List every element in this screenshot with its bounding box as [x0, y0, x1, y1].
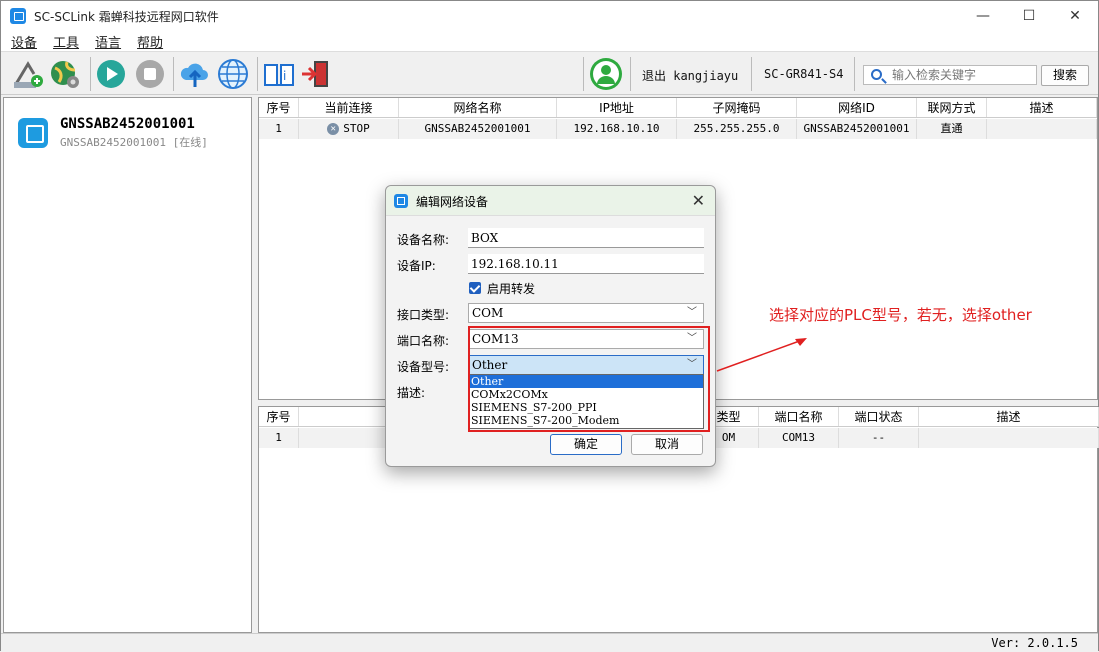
- search-placeholder: 输入检索关键字: [892, 68, 977, 82]
- manual-book-icon[interactable]: i: [263, 58, 295, 90]
- col-header[interactable]: 子网掩码: [677, 98, 797, 117]
- stop-icon[interactable]: [134, 58, 166, 90]
- cell: GNSSAB2452001001: [797, 119, 917, 139]
- close-button[interactable]: ✕: [1052, 1, 1098, 31]
- search-button[interactable]: 搜索: [1041, 65, 1089, 86]
- minimize-button[interactable]: —: [960, 1, 1006, 31]
- maximize-button[interactable]: ☐: [1006, 1, 1052, 31]
- search-icon: [871, 69, 882, 80]
- dialog-title-bar: 编辑网络设备 ✕: [386, 186, 715, 216]
- dialog-title: 编辑网络设备: [416, 195, 489, 209]
- cell: [919, 428, 1099, 448]
- col-header[interactable]: 序号: [259, 98, 299, 117]
- network-table-header: 序号 当前连接 网络名称 IP地址 子网掩码 网络ID 联网方式 描述: [259, 98, 1097, 118]
- cancel-button[interactable]: 取消: [631, 434, 703, 455]
- interface-type-value: COM: [472, 306, 504, 320]
- menu-bar: 设备 工具 语言 帮助: [1, 31, 1098, 51]
- dialog-app-icon: [394, 194, 408, 208]
- col-header[interactable]: 当前连接: [299, 98, 399, 117]
- logout-link[interactable]: 退出 kangjiayu: [642, 67, 738, 84]
- cell: 255.255.255.0: [677, 119, 797, 139]
- cell: GNSSAB2452001001: [399, 119, 557, 139]
- cell: COM13: [759, 428, 839, 448]
- connection-cell: ✕ STOP: [299, 119, 399, 139]
- ok-button[interactable]: 确定: [550, 434, 622, 455]
- col-header[interactable]: 序号: [259, 407, 299, 426]
- cell: 1: [259, 119, 299, 139]
- cell: 192.168.10.10: [557, 119, 677, 139]
- col-header[interactable]: 端口名称: [759, 407, 839, 426]
- device-model-label: SC-GR841-S4: [764, 67, 844, 81]
- exit-icon[interactable]: [300, 58, 332, 90]
- user-avatar-icon[interactable]: [589, 57, 623, 91]
- annotation-text: 选择对应的PLC型号，若无，选择other: [769, 306, 1032, 324]
- device-name-field[interactable]: BOX: [468, 228, 704, 248]
- cell: --: [839, 428, 919, 448]
- device-model-label: 设备型号:: [397, 360, 450, 374]
- globe-settings-icon[interactable]: [49, 58, 81, 90]
- menu-tools[interactable]: 工具: [53, 32, 79, 51]
- menu-device[interactable]: 设备: [11, 32, 37, 51]
- add-device-icon[interactable]: [12, 58, 44, 90]
- network-globe-icon[interactable]: [217, 58, 249, 90]
- connection-status: STOP: [343, 122, 370, 135]
- upload-cloud-icon[interactable]: [179, 58, 211, 90]
- cell: 1: [259, 428, 299, 448]
- highlight-box: [468, 326, 710, 432]
- col-header[interactable]: 描述: [987, 98, 1097, 117]
- device-name[interactable]: GNSSAB2452001001: [60, 116, 195, 132]
- col-header[interactable]: 端口状态: [839, 407, 919, 426]
- version-label: Ver: 2.0.1.5: [991, 636, 1078, 650]
- description-label: 描述:: [397, 386, 426, 400]
- forward-label: 启用转发: [487, 282, 536, 296]
- title-bar: SC-SCLink 霜蝉科技远程网口软件 — ☐ ✕: [1, 1, 1098, 31]
- chevron-down-icon: ﹀: [687, 307, 697, 318]
- start-icon[interactable]: [95, 58, 127, 90]
- svg-text:i: i: [283, 69, 286, 83]
- annotation-arrow: [716, 338, 807, 372]
- col-header[interactable]: 网络名称: [399, 98, 557, 117]
- forward-checkbox[interactable]: [469, 282, 481, 294]
- device-subtitle: GNSSAB2452001001 [在线]: [60, 136, 208, 149]
- device-tree-panel: GNSSAB2452001001 GNSSAB2452001001 [在线]: [3, 97, 252, 633]
- col-header[interactable]: 描述: [919, 407, 1099, 426]
- device-box-icon: [18, 118, 48, 148]
- device-ip-label: 设备IP:: [397, 259, 436, 273]
- interface-type-select[interactable]: COM ﹀: [468, 303, 704, 323]
- menu-help[interactable]: 帮助: [137, 32, 163, 51]
- app-icon: [10, 8, 26, 24]
- stop-status-icon: ✕: [327, 123, 340, 135]
- interface-type-label: 接口类型:: [397, 308, 450, 322]
- col-header[interactable]: IP地址: [557, 98, 677, 117]
- col-header[interactable]: 网络ID: [797, 98, 917, 117]
- cell: [987, 119, 1097, 139]
- device-ip-field[interactable]: 192.168.10.11: [468, 254, 704, 274]
- toolbar: i 退出 kangjiayu SC-GR841-S4 输入检索关键字 搜索: [1, 51, 1098, 95]
- port-name-label: 端口名称:: [397, 334, 450, 348]
- menu-language[interactable]: 语言: [95, 32, 121, 51]
- window-title: SC-SCLink 霜蝉科技远程网口软件: [34, 9, 219, 24]
- app-window: SC-SCLink 霜蝉科技远程网口软件 — ☐ ✕ 设备 工具 语言 帮助 i…: [0, 0, 1099, 652]
- device-name-label: 设备名称:: [397, 233, 450, 247]
- dialog-close-icon[interactable]: ✕: [692, 191, 705, 210]
- search-input[interactable]: 输入检索关键字: [863, 65, 1037, 85]
- table-row[interactable]: 1 ✕ STOP GNSSAB2452001001 192.168.10.10 2…: [259, 119, 1097, 139]
- cell: 直通: [917, 119, 987, 139]
- status-bar: Ver: 2.0.1.5: [1, 633, 1098, 652]
- col-header[interactable]: 联网方式: [917, 98, 987, 117]
